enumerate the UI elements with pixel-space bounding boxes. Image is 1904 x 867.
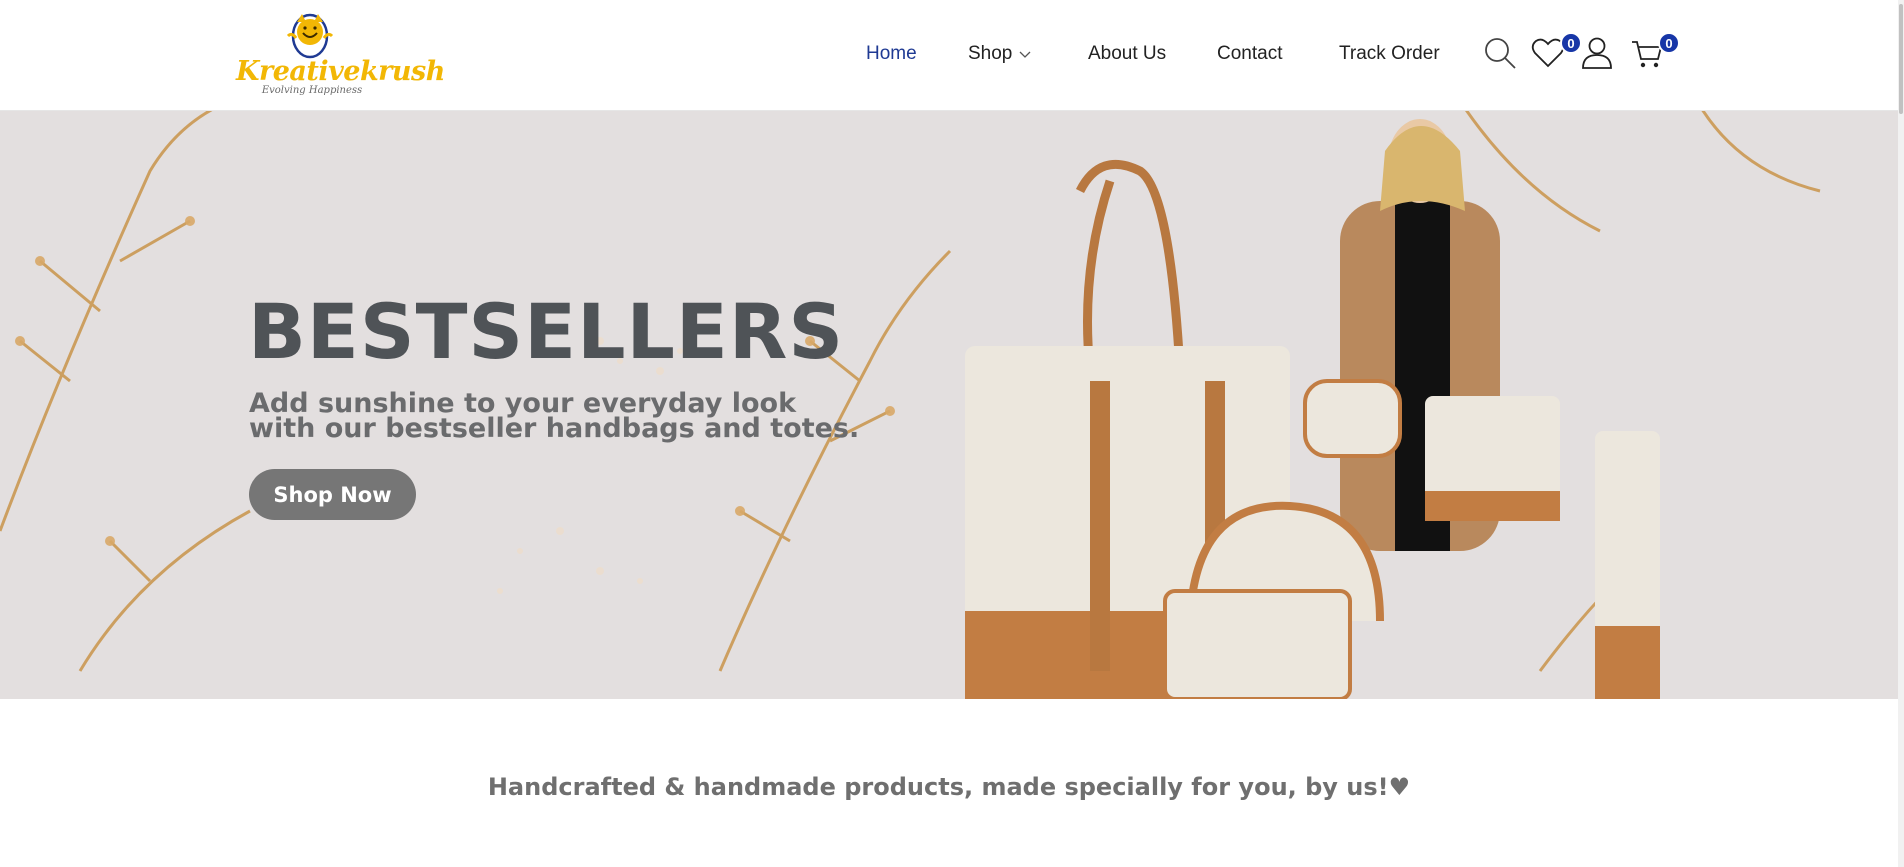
nav-home[interactable]: Home bbox=[866, 41, 917, 67]
account-button[interactable] bbox=[1580, 36, 1614, 70]
nav-contact-label: Contact bbox=[1217, 43, 1283, 64]
page-scrollbar[interactable] bbox=[1898, 0, 1904, 867]
nav-contact[interactable]: Contact bbox=[1217, 41, 1282, 67]
search-icon bbox=[1485, 38, 1516, 69]
nav-about-us[interactable]: About Us bbox=[1088, 41, 1166, 67]
nav-about-label: About Us bbox=[1088, 43, 1167, 64]
nav-shop-label: Shop bbox=[968, 43, 1013, 64]
chevron-down-icon bbox=[1019, 51, 1031, 58]
site-header: Kreativekrush Evolving Happiness Home Sh… bbox=[0, 0, 1898, 111]
logo-wordmark: Kreativekrush bbox=[236, 56, 445, 87]
nav-shop[interactable]: Shop bbox=[968, 41, 1031, 67]
site-logo[interactable]: Kreativekrush Evolving Happiness bbox=[236, 6, 445, 100]
shop-now-button[interactable]: Shop Now bbox=[249, 469, 416, 520]
search-button[interactable] bbox=[1483, 36, 1517, 70]
hero-subtitle: Add sunshine to your everyday look with … bbox=[249, 388, 860, 444]
nav-track-label: Track Order bbox=[1339, 43, 1440, 64]
brand-tagline: Handcrafted & handmade products, made sp… bbox=[487, 773, 1411, 801]
nav-track-order[interactable]: Track Order bbox=[1339, 41, 1440, 67]
hero-title: BESTSELLERS bbox=[248, 287, 845, 376]
hero-banner: BESTSELLERS Add sunshine to your everyda… bbox=[0, 111, 1898, 699]
nav-home-label: Home bbox=[866, 43, 917, 64]
logo-tagline: Evolving Happiness bbox=[261, 85, 363, 96]
scrollbar-thumb[interactable] bbox=[1899, 4, 1903, 114]
user-icon bbox=[1582, 37, 1612, 69]
cart-count-badge: 0 bbox=[1658, 32, 1680, 54]
wishlist-count-badge: 0 bbox=[1560, 32, 1582, 54]
